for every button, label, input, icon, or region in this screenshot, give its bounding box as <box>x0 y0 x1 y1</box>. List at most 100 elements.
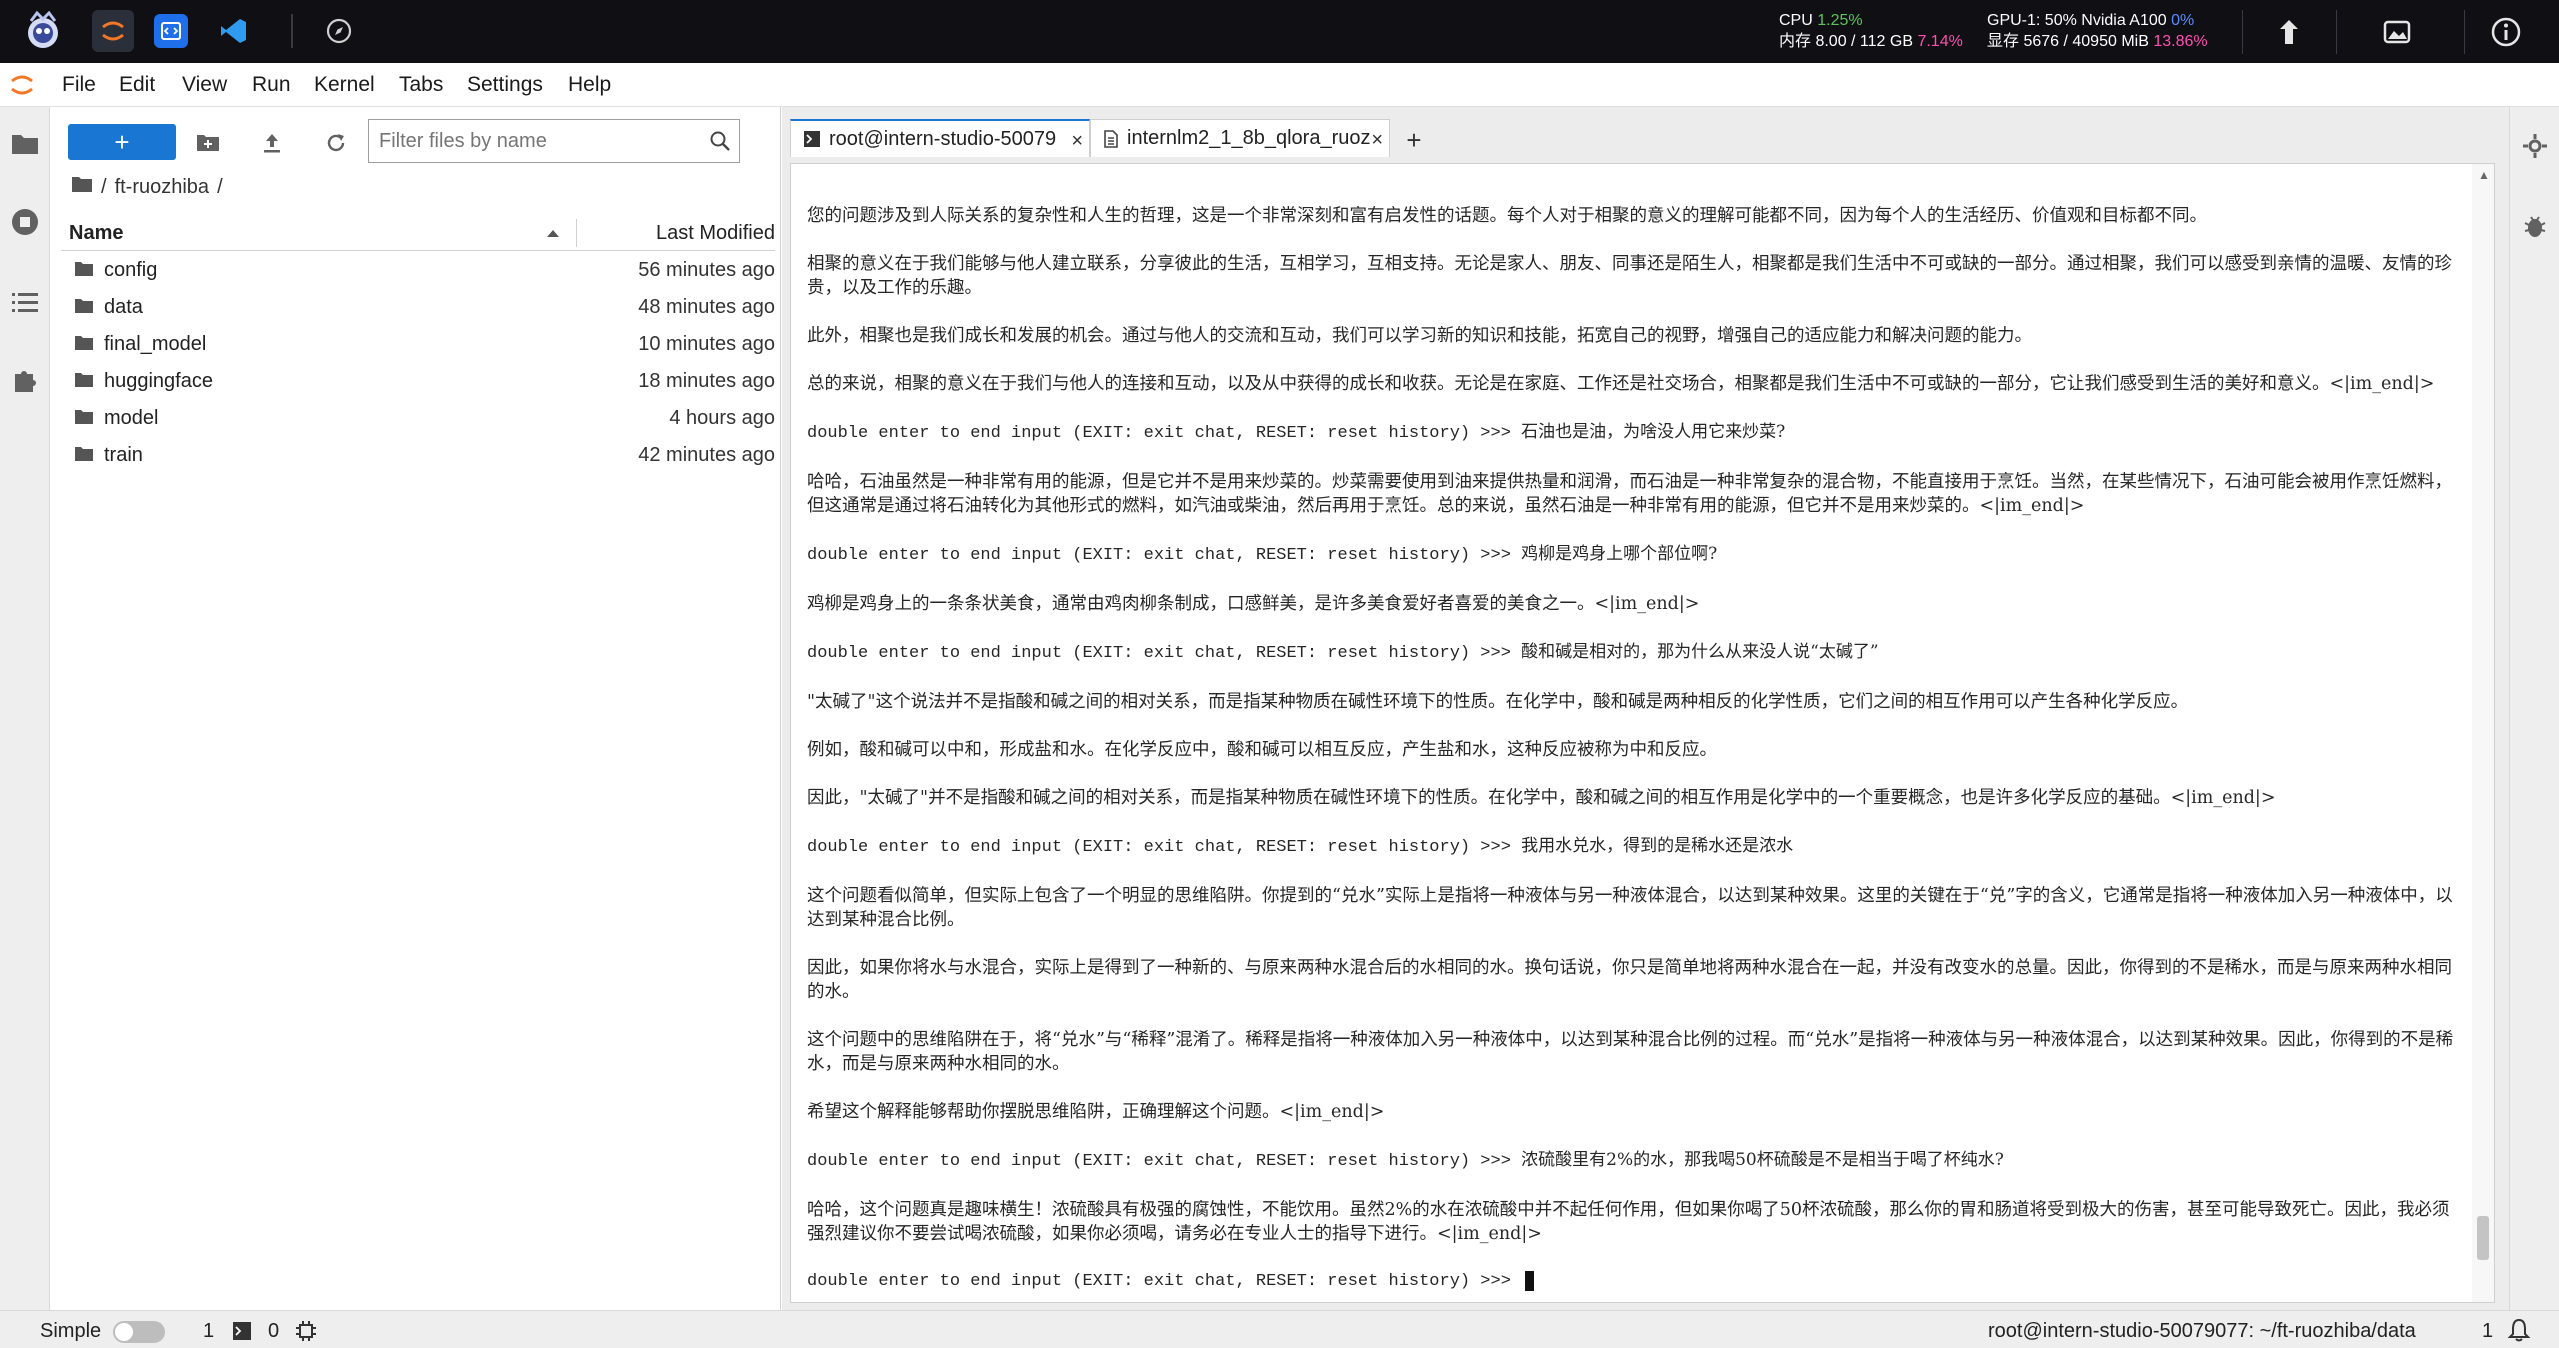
extensions-icon[interactable] <box>6 361 44 399</box>
file-modified: 48 minutes ago <box>638 296 775 318</box>
terminal-output-line: 例如，酸和碱可以中和，形成盐和水。在化学反应中，酸和碱可以相互反应，产生盐和水，… <box>807 740 1717 760</box>
terminal-text: 您的问题涉及到人际关系的复杂性和人生的哲理，这是一个非常深刻和富有启发性的话题。… <box>807 204 2457 1302</box>
compass-app-icon[interactable] <box>318 10 360 52</box>
terminal-output-line: 哈哈，石油虽然是一种非常有用的能源，但是它并不是用来炒菜的。炒菜需要使用到油来提… <box>807 472 2452 516</box>
vram-value: 13.86% <box>2153 33 2208 50</box>
file-row[interactable]: model 4 hours ago <box>61 400 775 437</box>
terminal-output-line: 这个问题看似简单，但实际上包含了一个明显的思维陷阱。你提到的“兑水”实际上是指将… <box>807 886 2453 930</box>
terminal-cursor <box>1525 1270 1535 1291</box>
info-icon[interactable] <box>2486 12 2526 52</box>
menu-edit[interactable]: Edit <box>113 71 161 99</box>
search-icon[interactable] <box>709 130 731 157</box>
debugger-icon[interactable] <box>2516 207 2554 245</box>
breadcrumb: / ft-ruozhiba / <box>71 175 223 199</box>
simple-mode-label: Simple <box>40 1320 102 1342</box>
terminal-scrollbar[interactable]: ▲ <box>2472 164 2494 1302</box>
refresh-icon[interactable] <box>321 128 351 158</box>
property-inspector-icon[interactable] <box>2516 127 2554 165</box>
tab-terminal-label: root@intern-studio-50079 <box>829 127 1057 150</box>
notification-bell-icon[interactable] <box>2507 1318 2531 1347</box>
terminal-output-line: "太碱了"这个说法并不是指酸和碱之间的相对关系，而是指某种物质在碱性环境下的性质… <box>807 692 2189 712</box>
tab-terminal[interactable]: root@intern-studio-50079 × <box>790 119 1090 157</box>
tab-config-file-label: internlm2_1_8b_qlora_ruoz <box>1127 127 1371 149</box>
terminal-output-line: 希望这个解释能够帮助你摆脱思维陷阱，正确理解这个问题。<|im_end|> <box>807 1102 1385 1122</box>
memory-value: 7.14% <box>1917 33 1963 50</box>
folder-icon[interactable] <box>6 125 44 163</box>
terminal-count[interactable]: 1 <box>203 1320 214 1343</box>
add-tab-button[interactable]: + <box>1397 123 1431 157</box>
user-question: 浓硫酸里有2%的水，那我喝50杯硫酸是不是相当于喝了杯纯水? <box>1521 1150 2004 1170</box>
menu-tabs[interactable]: Tabs <box>393 71 449 99</box>
menu-help[interactable]: Help <box>562 71 617 99</box>
toolbar-divider <box>2336 10 2337 54</box>
folder-icon <box>74 446 94 467</box>
gpu-stat: GPU-1: 50% Nvidia A100 0% <box>1987 11 2194 31</box>
terminal-status-icon[interactable] <box>232 1321 252 1346</box>
simple-mode-toggle[interactable] <box>113 1321 165 1343</box>
jupyter-logo-icon <box>10 69 34 106</box>
column-modified-header[interactable]: Last Modified <box>656 222 775 245</box>
column-divider[interactable] <box>576 219 577 247</box>
jupyter-app-icon[interactable] <box>92 10 134 52</box>
terminal-output[interactable]: 您的问题涉及到人际关系的复杂性和人生的哲理，这是一个非常深刻和富有启发性的话题。… <box>790 163 2495 1303</box>
toolbar-divider <box>2464 10 2465 54</box>
terminal-prompt-line: double enter to end input (EXIT: exit ch… <box>807 1270 2457 1294</box>
main-dock-area: root@intern-studio-50079 × internlm2_1_8… <box>782 107 2509 1310</box>
folder-icon <box>74 372 94 393</box>
image-viewer-icon[interactable] <box>2377 12 2417 52</box>
menu-settings[interactable]: Settings <box>461 71 549 99</box>
file-row[interactable]: huggingface 18 minutes ago <box>61 363 775 400</box>
table-of-contents-icon[interactable] <box>6 283 44 321</box>
menu-file[interactable]: File <box>56 71 102 99</box>
folder-icon <box>74 335 94 356</box>
sort-ascending-icon[interactable] <box>546 225 560 243</box>
scroll-up-arrow-icon[interactable]: ▲ <box>2478 168 2490 182</box>
file-filter-input[interactable] <box>379 128 679 154</box>
notification-count[interactable]: 1 <box>2482 1320 2493 1343</box>
column-name-header[interactable]: Name <box>69 222 123 245</box>
close-tab-icon[interactable]: × <box>1071 130 1083 153</box>
vscode-app-icon[interactable] <box>212 10 254 52</box>
menu-run[interactable]: Run <box>246 71 297 99</box>
code-editor-app-icon[interactable] <box>154 14 188 48</box>
terminal-tab-icon <box>803 130 821 148</box>
file-name: train <box>104 444 143 466</box>
kernel-count[interactable]: 0 <box>268 1320 279 1343</box>
file-row[interactable]: config 56 minutes ago <box>61 252 775 289</box>
cpu-label: CPU <box>1779 12 1813 29</box>
menu-view[interactable]: View <box>176 71 233 99</box>
scrollbar-thumb[interactable] <box>2477 1216 2489 1260</box>
toolbar-divider <box>291 14 293 48</box>
file-browser-panel: + / ft-ruozhiba / Name Last Modified con… <box>51 107 781 1310</box>
tab-config-file[interactable]: internlm2_1_8b_qlora_ruoz × <box>1090 119 1390 157</box>
file-row[interactable]: final_model 10 minutes ago <box>61 326 775 363</box>
breadcrumb-folder[interactable]: ft-ruozhiba <box>115 176 210 199</box>
app-logo-icon[interactable] <box>20 10 66 52</box>
terminal-prompt-line: double enter to end input (EXIT: exit ch… <box>807 1148 2457 1174</box>
cpu-value: 1.25% <box>1817 12 1863 29</box>
terminal-prompt-line: double enter to end input (EXIT: exit ch… <box>807 542 2457 568</box>
breadcrumb-home-icon[interactable] <box>71 175 93 199</box>
vram-label: 显存 5676 / 40950 MiB <box>1987 33 2149 50</box>
terminal-output-line: 鸡柳是鸡身上的一条条状美食，通常由鸡肉柳条制成，口感鲜美，是许多美食爱好者喜爱的… <box>807 594 1700 614</box>
file-row[interactable]: data 48 minutes ago <box>61 289 775 326</box>
upload-icon[interactable] <box>257 128 287 158</box>
running-sessions-icon[interactable] <box>6 203 44 241</box>
new-folder-icon[interactable] <box>193 128 223 158</box>
breadcrumb-separator: / <box>217 175 223 198</box>
breadcrumb-root[interactable]: / <box>101 176 107 199</box>
kernel-status-icon[interactable] <box>295 1320 317 1347</box>
prompt-text: double enter to end input (EXIT: exit ch… <box>807 644 1522 663</box>
menu-bar: File Edit View Run Kernel Tabs Settings … <box>0 63 2559 107</box>
close-tab-icon[interactable]: × <box>1371 129 1383 152</box>
file-name: config <box>104 259 158 281</box>
left-sidebar <box>0 107 50 1310</box>
terminal-output-line: 因此，如果你将水与水混合，实际上是得到了一种新的、与原来两种水混合后的水相同的水… <box>807 958 2452 1002</box>
file-row[interactable]: train 42 minutes ago <box>61 437 775 474</box>
new-launcher-button[interactable]: + <box>68 124 176 160</box>
prompt-text: double enter to end input (EXIT: exit ch… <box>807 1272 1522 1291</box>
memory-label: 内存 8.00 / 112 GB <box>1779 33 1913 50</box>
menu-kernel[interactable]: Kernel <box>308 71 381 99</box>
terminal-output-line: 总的来说，相聚的意义在于我们与他人的连接和互动，以及从中获得的成长和收获。无论是… <box>807 374 2435 394</box>
upload-tool-icon[interactable] <box>2269 12 2309 52</box>
